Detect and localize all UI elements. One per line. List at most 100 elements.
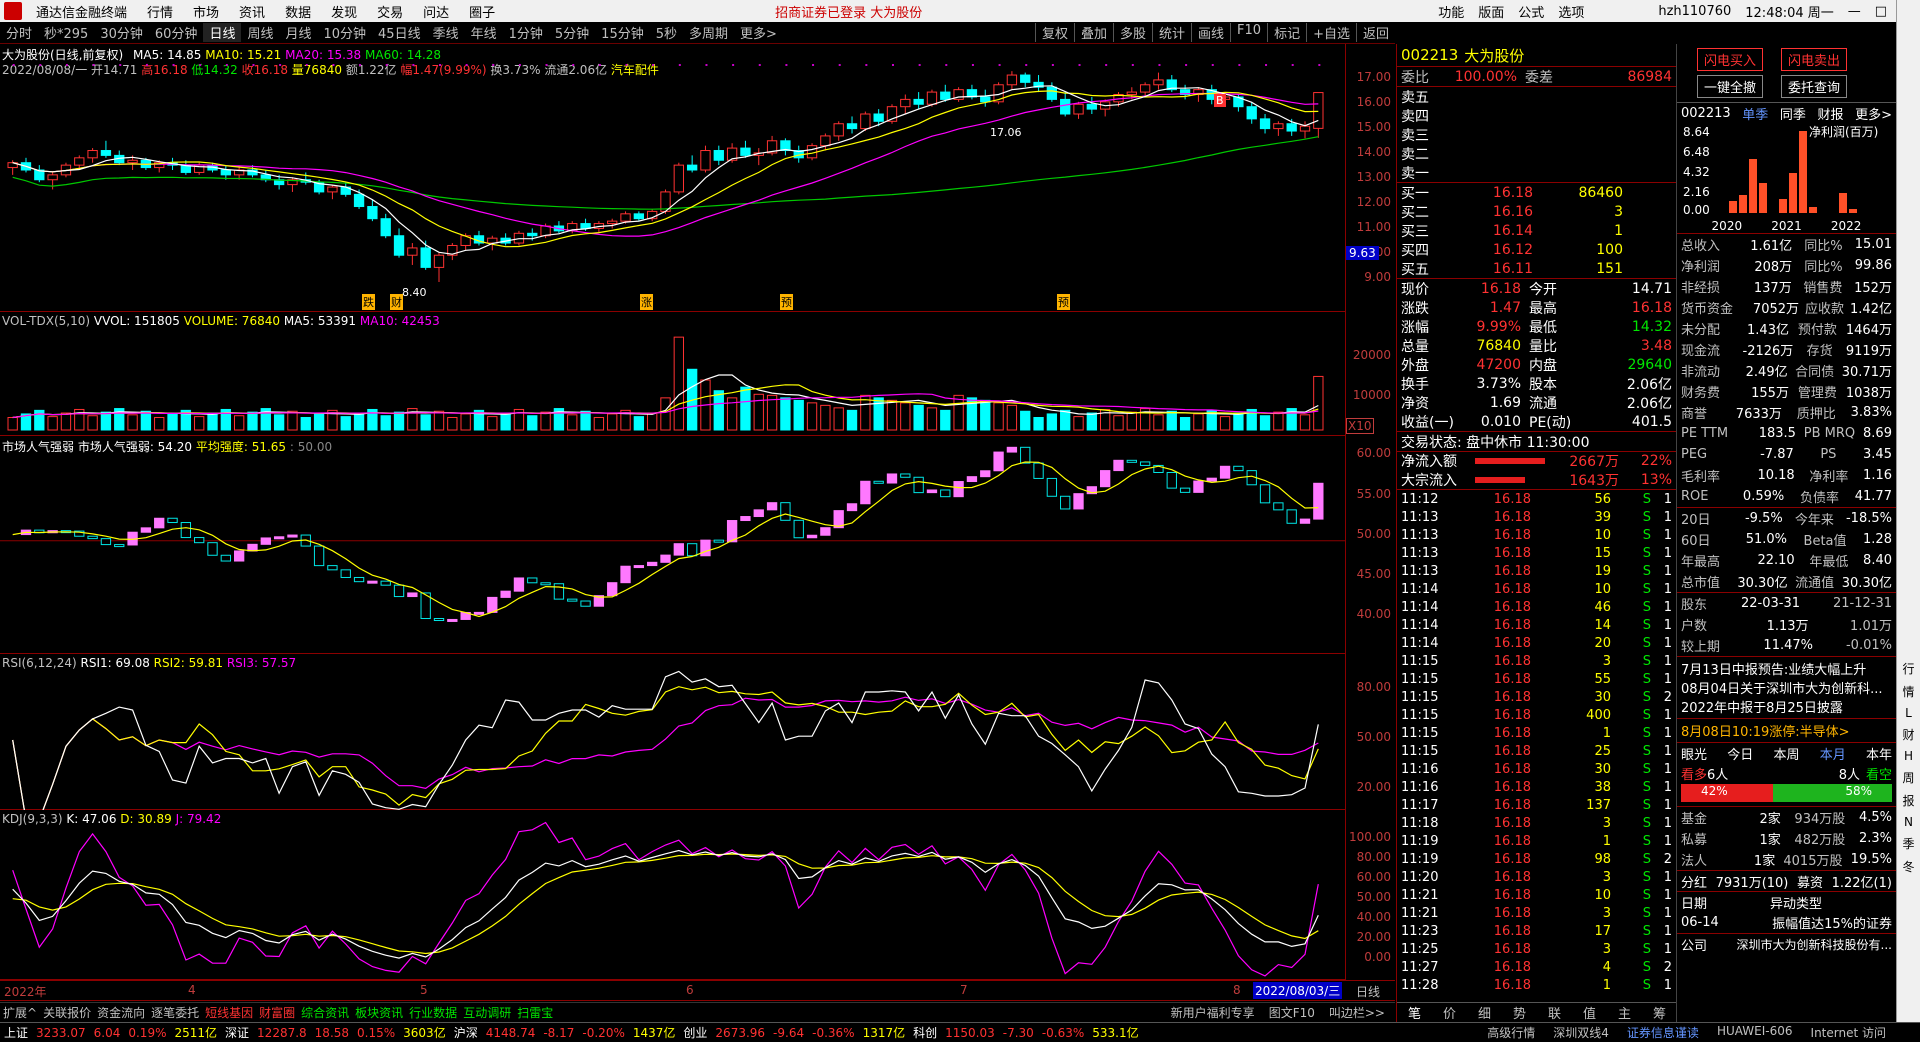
status-right[interactable]: 高级行情 (1483, 1024, 1539, 1041)
period-13[interactable]: 15分钟 (595, 23, 650, 42)
mood-pane[interactable]: 市场人气强弱 市场人气强弱: 54.20 平均强度: 51.65 : 50.00 (0, 436, 1345, 654)
vision-tab[interactable]: 本月 (1820, 744, 1846, 763)
menu-market[interactable]: 市场 (183, 2, 229, 21)
menu-trade[interactable]: 交易 (367, 2, 413, 21)
maximize-icon[interactable]: □ (1875, 4, 1887, 19)
tick-list[interactable]: 11:12 16.18 56 S 1 11:13 16.18 39 S 1 11:13 16.18 10… (1397, 489, 1676, 994)
period-3[interactable]: 60分钟 (149, 23, 204, 42)
f10-tab-more[interactable]: 更多> (1855, 104, 1892, 123)
event-marker[interactable]: 预 (1057, 294, 1070, 310)
vision-tab[interactable]: 本年 (1866, 744, 1892, 763)
quote-tab[interactable]: 联 (1537, 1003, 1572, 1022)
menu-news[interactable]: 资讯 (229, 2, 275, 21)
tool-multi[interactable]: 多股 (1112, 23, 1152, 42)
company-name[interactable]: 深圳市大为创新科技股份有... (1737, 936, 1892, 953)
event-marker[interactable]: 预 (780, 294, 793, 310)
period-4[interactable]: 日线 (203, 23, 242, 42)
extension-tab[interactable]: 资金流向 (94, 1004, 148, 1021)
side-tool[interactable]: 报 (1897, 792, 1920, 809)
period-12[interactable]: 5分钟 (549, 23, 595, 42)
menu-ask[interactable]: 问达 (413, 2, 459, 21)
menu-data[interactable]: 数据 (275, 2, 321, 21)
extension-tab[interactable]: 综合资讯 (298, 1004, 352, 1021)
period-7[interactable]: 10分钟 (317, 23, 372, 42)
rsi-pane[interactable]: RSI(6,12,24) RSI1: 69.08 RSI2: 59.81 RSI… (0, 654, 1345, 810)
extension-tab[interactable]: 财富圈 (256, 1004, 298, 1021)
extension-tab[interactable]: 关联报价 (40, 1004, 94, 1021)
kline-pane[interactable]: 大为股份(日线,前复权) MA5: 14.85 MA10: 15.21 MA20… (0, 44, 1345, 312)
news-item[interactable]: 08月04日关于深圳市大为创新科... (1681, 678, 1892, 697)
buy-signal-marker[interactable]: B (1214, 94, 1226, 107)
quote-tab[interactable]: 细 (1467, 1003, 1502, 1022)
event-marker[interactable]: 涨 (640, 294, 653, 310)
order-query-button[interactable]: 委托查询 (1781, 75, 1848, 98)
period-6[interactable]: 月线 (279, 23, 317, 42)
limit-up-notice[interactable]: 8月08日10:19涨停:半导体> (1681, 725, 1850, 740)
link-options[interactable]: 选项 (1558, 2, 1584, 21)
quote-tab[interactable]: 主 (1607, 1003, 1642, 1022)
extension-right-tab[interactable]: 新用户福利专享 (1167, 1004, 1259, 1021)
extension-tab[interactable]: 板块资讯 (352, 1004, 406, 1021)
side-tool[interactable]: L (1897, 706, 1920, 720)
menu-circle[interactable]: 圈子 (459, 2, 505, 21)
news-item[interactable]: 7月13日中报预告:业绩大幅上升 (1681, 659, 1892, 678)
side-tool[interactable]: 情 (1897, 683, 1920, 700)
period-16[interactable]: 更多> (734, 23, 783, 42)
period-2[interactable]: 30分钟 (94, 23, 149, 42)
tool-stats[interactable]: 统计 (1152, 23, 1191, 42)
tool-restore[interactable]: 复权 (1034, 23, 1074, 42)
event-marker[interactable]: 财 (390, 294, 403, 310)
side-tool[interactable]: 季 (1897, 835, 1920, 852)
status-right[interactable]: 深圳双线4 (1549, 1024, 1613, 1041)
extension-tab[interactable]: 短线基因 (202, 1004, 256, 1021)
link-formula[interactable]: 公式 (1518, 2, 1544, 21)
status-right[interactable]: Internet 访问 (1807, 1024, 1890, 1041)
extension-tab[interactable]: 扫雷宝 (514, 1004, 556, 1021)
side-tool[interactable]: 冬 (1897, 858, 1920, 875)
extension-tab[interactable]: 行业数据 (406, 1004, 460, 1021)
index-kc-0[interactable]: 科创 (909, 1024, 941, 1041)
tool-f10[interactable]: F10 (1230, 23, 1267, 42)
vision-tab[interactable]: 今日 (1727, 744, 1753, 763)
extension-tab[interactable]: 互动调研 (460, 1004, 514, 1021)
minimize-icon[interactable]: — (1848, 4, 1861, 19)
extension-tab[interactable]: 扩展^ (0, 1004, 40, 1021)
volume-pane[interactable]: VOL-TDX(5,10) VVOL: 151805 VOLUME: 76840… (0, 312, 1345, 436)
extension-right-tab[interactable]: 图文F10 (1265, 1004, 1319, 1021)
period-1[interactable]: 秒*295 (38, 23, 94, 42)
quote-tab[interactable]: 笔 (1397, 1003, 1432, 1022)
period-5[interactable]: 周线 (241, 23, 279, 42)
f10-tab-report[interactable]: 财报 (1817, 104, 1843, 123)
index-sh-0[interactable]: 上证 (0, 1024, 32, 1041)
tool-overlay[interactable]: 叠加 (1073, 23, 1113, 42)
tool-watchlist[interactable]: +自选 (1306, 23, 1356, 42)
link-function[interactable]: 功能 (1438, 2, 1464, 21)
index-cy-0[interactable]: 创业 (679, 1024, 711, 1041)
kdj-pane[interactable]: KDJ(9,3,3) K: 47.06 D: 30.89 J: 79.42 (0, 810, 1345, 980)
quote-tab[interactable]: 势 (1502, 1003, 1537, 1022)
side-tool[interactable]: H (1897, 749, 1920, 763)
index-hs-0[interactable]: 沪深 (450, 1024, 482, 1041)
period-0[interactable]: 分时 (0, 23, 38, 42)
menu-discover[interactable]: 发现 (321, 2, 367, 21)
extension-tab[interactable]: 逐笔委托 (148, 1004, 202, 1021)
tool-mark[interactable]: 标记 (1267, 23, 1306, 42)
cancel-all-button[interactable]: 一键全撤 (1697, 75, 1764, 98)
side-tool[interactable]: 行 (1897, 660, 1920, 677)
status-right[interactable]: 证券信息谨读 (1623, 1024, 1703, 1041)
news-item[interactable]: 2022年中报于8月25日披露 (1681, 697, 1892, 716)
f10-tab-quarter[interactable]: 单季 (1742, 104, 1768, 123)
period-10[interactable]: 年线 (465, 23, 503, 42)
period-9[interactable]: 季线 (427, 23, 465, 42)
period-11[interactable]: 1分钟 (503, 23, 549, 42)
event-type[interactable]: 振幅值达15%的证券 (1772, 913, 1892, 932)
tool-draw[interactable]: 画线 (1191, 23, 1230, 42)
menu-quote[interactable]: 行情 (137, 2, 183, 21)
side-tool[interactable]: N (1897, 815, 1920, 829)
flash-buy-button[interactable]: 闪电买入 (1697, 48, 1764, 71)
tool-back[interactable]: 返回 (1355, 23, 1395, 42)
period-14[interactable]: 5秒 (650, 23, 683, 42)
quote-tab[interactable]: 值 (1572, 1003, 1607, 1022)
event-marker[interactable]: 跌 (362, 294, 375, 310)
link-layout[interactable]: 版面 (1478, 2, 1504, 21)
